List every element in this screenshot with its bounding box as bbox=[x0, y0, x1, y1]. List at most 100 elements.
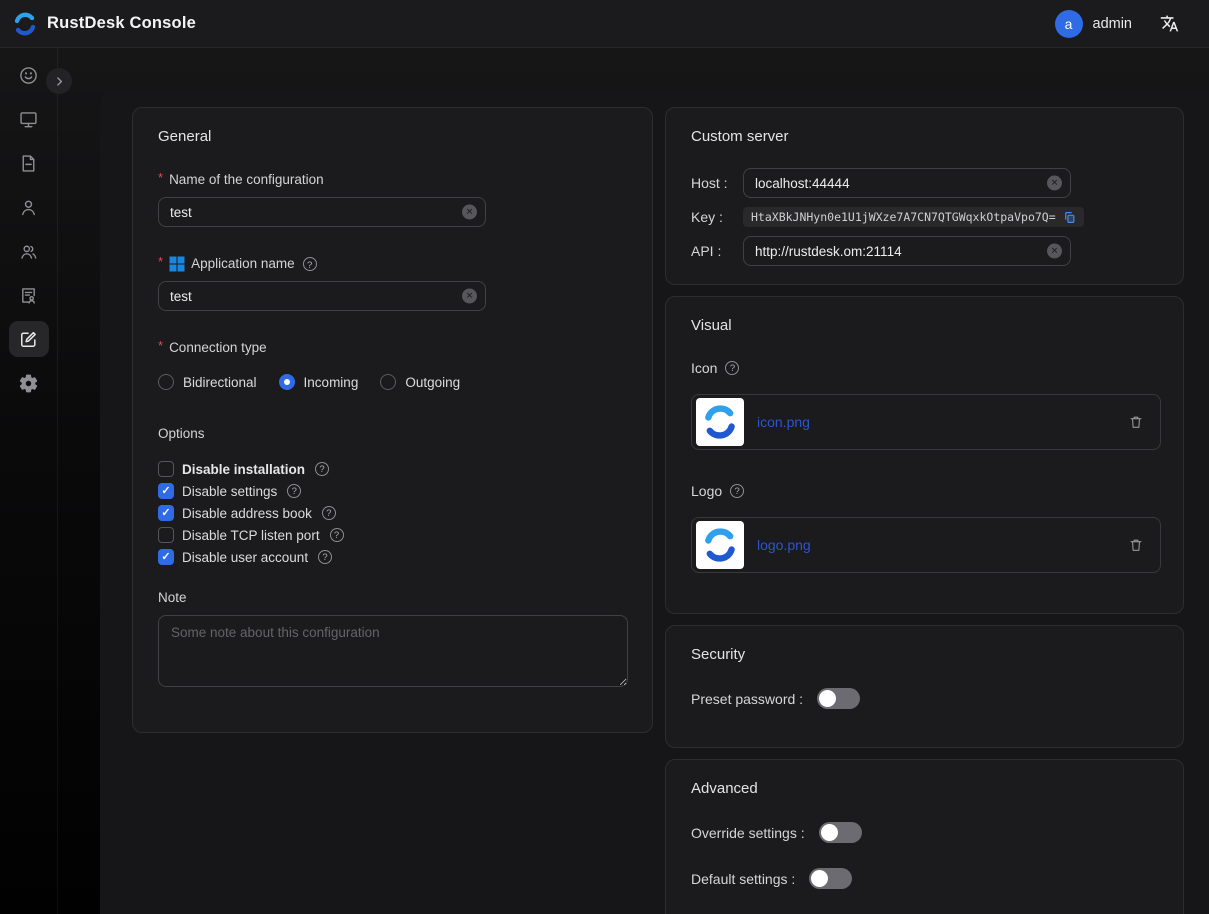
sidebar-item-groups[interactable] bbox=[9, 233, 49, 269]
clear-icon[interactable] bbox=[462, 289, 477, 304]
clear-icon[interactable] bbox=[462, 205, 477, 220]
custom-server-card: Custom server Host : Key : HtaXBkJNHyn0e… bbox=[665, 107, 1184, 285]
content-panel: General * Name of the configuration * bbox=[100, 90, 1209, 914]
top-bar: RustDesk Console a admin bbox=[0, 0, 1209, 48]
note-textarea[interactable] bbox=[158, 615, 628, 687]
api-input[interactable] bbox=[743, 236, 1071, 266]
connection-type-label: * Connection type bbox=[158, 340, 627, 356]
username: admin bbox=[1093, 16, 1133, 32]
config-name-input[interactable] bbox=[158, 197, 486, 227]
config-name-label: * Name of the configuration bbox=[158, 172, 627, 188]
logo-filename-link[interactable]: logo.png bbox=[757, 537, 811, 553]
options-label: Options bbox=[158, 426, 627, 441]
icon-label: Icon bbox=[691, 360, 1158, 376]
sidebar-item-devices[interactable] bbox=[9, 101, 49, 137]
checkbox-disable-user-account[interactable]: Disable user account bbox=[158, 549, 627, 565]
radio-bidirectional[interactable]: Bidirectional bbox=[158, 374, 257, 390]
checkbox-icon bbox=[158, 483, 174, 499]
preset-password-toggle[interactable] bbox=[817, 688, 860, 709]
gear-icon bbox=[18, 373, 39, 394]
icon-thumbnail bbox=[696, 398, 744, 446]
translate-icon[interactable] bbox=[1160, 14, 1179, 33]
help-icon[interactable] bbox=[330, 528, 344, 542]
advanced-title: Advanced bbox=[691, 780, 1158, 798]
checkbox-icon bbox=[158, 461, 174, 477]
checkbox-icon bbox=[158, 527, 174, 543]
delete-icon-button[interactable] bbox=[1128, 414, 1144, 430]
avatar: a bbox=[1055, 10, 1083, 38]
checkbox-icon bbox=[158, 549, 174, 565]
user-menu[interactable]: a admin bbox=[1055, 10, 1133, 38]
app-title: RustDesk Console bbox=[47, 14, 196, 33]
radio-icon bbox=[380, 374, 396, 390]
radio-icon bbox=[158, 374, 174, 390]
checkbox-icon bbox=[158, 505, 174, 521]
help-icon[interactable] bbox=[303, 257, 317, 271]
application-name-label: * Application name bbox=[158, 256, 627, 272]
users-icon bbox=[18, 241, 39, 262]
clear-icon[interactable] bbox=[1047, 244, 1062, 259]
host-label: Host : bbox=[691, 175, 743, 191]
audit-log-icon bbox=[18, 285, 39, 306]
sidebar-item-logs[interactable] bbox=[9, 145, 49, 181]
radio-outgoing[interactable]: Outgoing bbox=[380, 374, 460, 390]
override-settings-toggle[interactable] bbox=[819, 822, 862, 843]
sidebar bbox=[0, 48, 58, 914]
custom-server-title: Custom server bbox=[691, 128, 1158, 146]
rustdesk-logo-icon bbox=[12, 11, 38, 37]
icon-filename-link[interactable]: icon.png bbox=[757, 414, 810, 430]
checkbox-disable-installation[interactable]: Disable installation bbox=[158, 461, 627, 477]
security-title: Security bbox=[691, 646, 1158, 664]
smiley-icon bbox=[18, 65, 39, 86]
default-settings-toggle[interactable] bbox=[809, 868, 852, 889]
preset-password-label: Preset password : bbox=[691, 691, 803, 707]
checkbox-disable-address-book[interactable]: Disable address book bbox=[158, 505, 627, 521]
security-card: Security Preset password : bbox=[665, 625, 1184, 748]
required-asterisk: * bbox=[158, 173, 163, 183]
clear-icon[interactable] bbox=[1047, 176, 1062, 191]
help-icon[interactable] bbox=[322, 506, 336, 520]
general-card-title: General bbox=[158, 128, 627, 146]
delete-logo-button[interactable] bbox=[1128, 537, 1144, 553]
application-name-input[interactable] bbox=[158, 281, 486, 311]
advanced-card: Advanced Override settings : Default set… bbox=[665, 759, 1184, 914]
required-asterisk: * bbox=[158, 341, 163, 351]
sidebar-item-users[interactable] bbox=[9, 189, 49, 225]
api-label: API : bbox=[691, 243, 743, 259]
help-icon[interactable] bbox=[318, 550, 332, 564]
connection-type-group: Bidirectional Incoming Outgoing bbox=[158, 374, 627, 390]
visual-card: Visual Icon icon.png bbox=[665, 296, 1184, 614]
required-asterisk: * bbox=[158, 257, 163, 267]
radio-incoming[interactable]: Incoming bbox=[279, 374, 359, 390]
sidebar-expand-button[interactable] bbox=[46, 68, 72, 94]
help-icon[interactable] bbox=[287, 484, 301, 498]
monitor-icon bbox=[18, 109, 39, 130]
sidebar-item-audit[interactable] bbox=[9, 277, 49, 313]
server-key-value: HtaXBkJNHyn0e1U1jWXze7A7CN7QTGWqxkOtpaVp… bbox=[743, 207, 1084, 227]
default-settings-label: Default settings : bbox=[691, 871, 795, 887]
user-icon bbox=[18, 197, 39, 218]
help-icon[interactable] bbox=[315, 462, 329, 476]
logo-thumbnail bbox=[696, 521, 744, 569]
checkbox-disable-settings[interactable]: Disable settings bbox=[158, 483, 627, 499]
windows-logo-icon bbox=[169, 256, 185, 272]
general-card: General * Name of the configuration * bbox=[132, 107, 653, 733]
host-input[interactable] bbox=[743, 168, 1071, 198]
chevron-right-icon bbox=[53, 75, 66, 88]
icon-file-row: icon.png bbox=[691, 394, 1161, 450]
options-group: Disable installation Disable settings Di… bbox=[158, 461, 627, 565]
copy-icon[interactable] bbox=[1063, 211, 1076, 224]
sidebar-item-dashboard[interactable] bbox=[9, 57, 49, 93]
checkbox-disable-tcp-listen-port[interactable]: Disable TCP listen port bbox=[158, 527, 627, 543]
brand[interactable]: RustDesk Console bbox=[12, 11, 196, 37]
radio-icon bbox=[279, 374, 295, 390]
sidebar-item-custom-clients[interactable] bbox=[9, 321, 49, 357]
key-label: Key : bbox=[691, 209, 743, 225]
note-label: Note bbox=[158, 590, 627, 606]
document-icon bbox=[18, 153, 39, 174]
edit-icon bbox=[18, 329, 39, 350]
sidebar-item-settings[interactable] bbox=[9, 365, 49, 401]
help-icon[interactable] bbox=[725, 361, 739, 375]
logo-file-row: logo.png bbox=[691, 517, 1161, 573]
help-icon[interactable] bbox=[730, 484, 744, 498]
